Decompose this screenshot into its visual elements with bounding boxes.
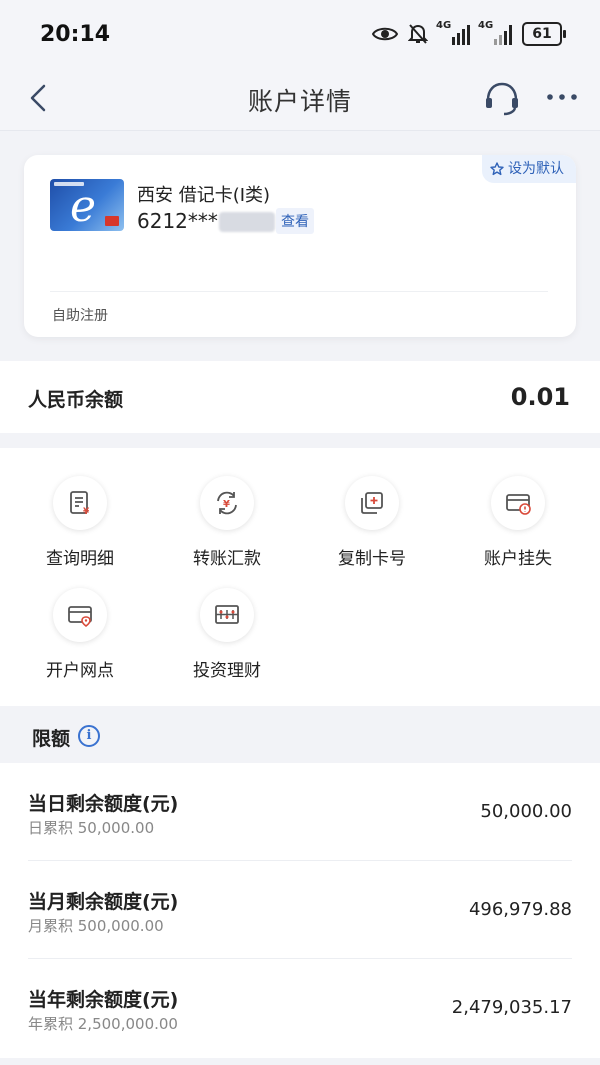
- signal-2-icon: 4G: [478, 20, 512, 45]
- action-query-details[interactable]: ¥ 查询明细: [10, 476, 150, 569]
- limit-remaining-value: 2,479,035.17: [451, 997, 572, 1018]
- star-icon: [490, 162, 504, 176]
- balance-row: 人民币余额 0.01: [0, 361, 600, 433]
- report-loss-icon: [506, 494, 531, 515]
- set-default-label: 设为默认: [508, 161, 564, 177]
- status-icons: 4G 4G 61: [372, 20, 566, 46]
- card-number-redacted: [219, 212, 275, 232]
- balance-label: 人民币余额: [28, 389, 124, 411]
- limit-remaining-value: 496,979.88: [468, 899, 572, 920]
- limit-title: 当年剩余额度(元): [28, 989, 179, 1011]
- network-type-2: 4G: [478, 20, 494, 31]
- statement-icon: ¥: [70, 491, 90, 517]
- action-grid: ¥ 查询明细 ¥ 转账汇款 复制卡号 账户挂失 开户网点 投资理财: [0, 448, 600, 706]
- card-registration-type: 自助注册: [52, 308, 108, 324]
- limits-list: 当日剩余额度(元) 日累积 50,000.00 50,000.00 当月剩余额度…: [0, 763, 600, 1058]
- limit-row-yearly: 当年剩余额度(元) 年累积 2,500,000.00 2,479,035.17: [0, 959, 600, 1057]
- action-label: 投资理财: [193, 661, 261, 681]
- action-label: 查询明细: [46, 549, 114, 569]
- action-label: 账户挂失: [484, 549, 552, 569]
- card-number: 6212***: [137, 209, 218, 233]
- transfer-icon: ¥: [217, 491, 237, 515]
- branch-location-icon: [68, 606, 92, 628]
- copy-card-icon: [361, 492, 383, 514]
- limit-cumulative: 年累积 2,500,000.00: [28, 1015, 178, 1033]
- action-transfer[interactable]: ¥ 转账汇款: [157, 476, 297, 569]
- battery-indicator: 61: [522, 22, 566, 46]
- set-default-button[interactable]: 设为默认: [482, 155, 576, 183]
- signal-1-icon: 4G: [436, 20, 470, 45]
- bank-card[interactable]: 设为默认 e 西安 借记卡(I类) 6212*** 查看 自助注册: [24, 155, 576, 337]
- limit-row-daily: 当日剩余额度(元) 日累积 50,000.00 50,000.00: [0, 763, 600, 861]
- limits-header: 限额 i: [0, 708, 600, 762]
- limit-title: 当月剩余额度(元): [28, 891, 179, 913]
- action-label: 复制卡号: [338, 549, 406, 569]
- balance-value: 0.01: [510, 383, 570, 411]
- action-report-loss[interactable]: 账户挂失: [448, 476, 588, 569]
- limit-remaining-value: 50,000.00: [480, 801, 572, 822]
- card-divider: [50, 291, 548, 292]
- network-type-1: 4G: [436, 20, 452, 31]
- more-options-icon[interactable]: [545, 84, 579, 110]
- limit-title: 当日剩余额度(元): [28, 793, 179, 815]
- mute-bell-icon: [408, 24, 428, 44]
- limit-cumulative: 日累积 50,000.00: [28, 819, 155, 837]
- limit-cumulative: 月累积 500,000.00: [28, 917, 164, 935]
- card-thumbnail: e: [50, 179, 124, 231]
- nav-bar: 账户详情: [0, 70, 600, 131]
- action-label: 转账汇款: [193, 549, 261, 569]
- action-branch-location[interactable]: 开户网点: [10, 588, 150, 681]
- customer-service-headset-icon[interactable]: [482, 78, 522, 118]
- svg-text:¥: ¥: [83, 507, 90, 517]
- action-copy-card-number[interactable]: 复制卡号: [302, 476, 442, 569]
- limits-title: 限额: [32, 728, 71, 750]
- action-label: 开户网点: [46, 661, 114, 681]
- view-card-number-button[interactable]: 查看: [276, 208, 314, 234]
- status-bar: 20:14 4G 4G 61: [0, 0, 600, 70]
- card-section: 设为默认 e 西安 借记卡(I类) 6212*** 查看 自助注册: [0, 131, 600, 359]
- info-icon[interactable]: i: [78, 725, 100, 747]
- investment-icon: [215, 605, 239, 624]
- status-time: 20:14: [40, 22, 111, 47]
- svg-text:¥: ¥: [223, 499, 230, 510]
- eye-icon: [372, 27, 398, 41]
- action-investment[interactable]: 投资理财: [157, 588, 297, 681]
- limit-row-monthly: 当月剩余额度(元) 月累积 500,000.00 496,979.88: [0, 861, 600, 959]
- card-name: 西安 借记卡(I类): [137, 185, 271, 206]
